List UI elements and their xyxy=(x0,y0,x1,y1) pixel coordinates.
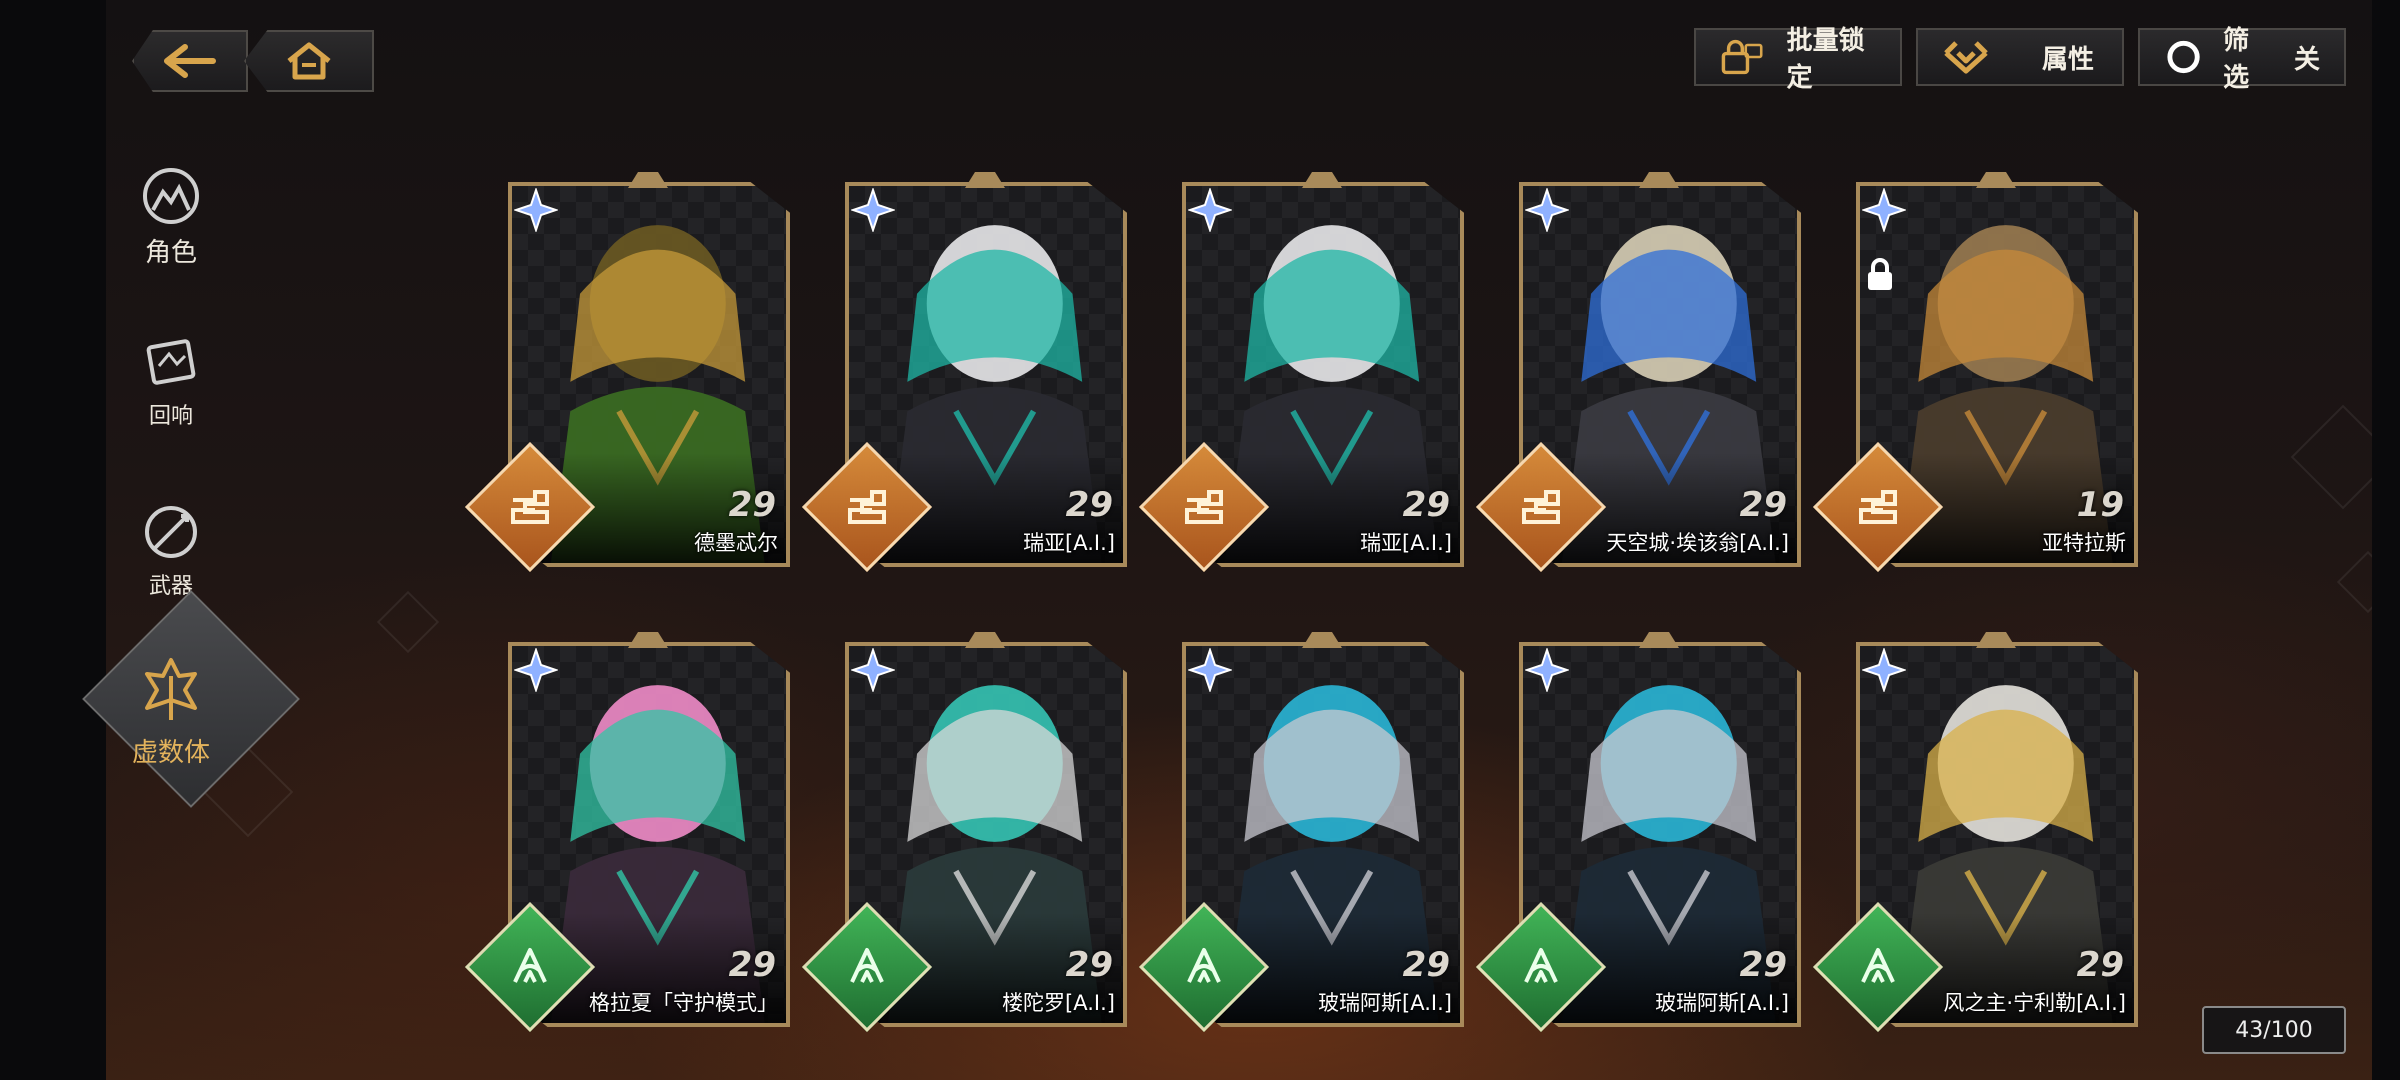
batch-lock-label: 批量锁定 xyxy=(1786,26,1865,93)
batch-lock-button[interactable]: 批量锁定 xyxy=(1694,26,1902,93)
imaginary-icon xyxy=(145,658,197,720)
imaginary-card[interactable]: 29 玻瑞阿斯[A.I.] xyxy=(1138,632,1464,1033)
imaginary-card[interactable]: 29 格拉夏「守护模式」 xyxy=(464,632,790,1033)
imaginary-card[interactable]: 29 玻瑞阿斯[A.I.] xyxy=(1475,632,1801,1033)
imaginary-card[interactable]: 29 天空城·埃该翁[A.I.] xyxy=(1475,172,1801,573)
card-level: 29 xyxy=(1739,945,1787,985)
sidebar-item-imaginary[interactable]: 虚数体 xyxy=(106,656,236,769)
card-level: 29 xyxy=(1739,485,1787,525)
echo-icon xyxy=(146,339,196,385)
rarity-star-icon xyxy=(851,648,895,692)
rarity-star-icon xyxy=(1862,188,1906,232)
imaginary-card[interactable]: 29 风之主·宁利勒[A.I.] xyxy=(1812,632,2138,1033)
card-level: 29 xyxy=(1065,945,1113,985)
filter-label: 筛选 xyxy=(2223,26,2250,93)
decor-diamond xyxy=(2290,404,2372,510)
sidebar-item-character[interactable]: 角色 xyxy=(106,166,236,269)
weapon-icon xyxy=(145,506,197,558)
card-name: 玻瑞阿斯[A.I.] xyxy=(1318,991,1452,1015)
lock-icon xyxy=(1721,39,1763,75)
imaginary-card[interactable]: 19 亚特拉斯 xyxy=(1812,172,2138,573)
card-name: 瑞亚[A.I.] xyxy=(1360,531,1452,555)
left-letterbox xyxy=(0,0,106,1080)
rarity-star-icon xyxy=(1862,648,1906,692)
inventory-counter: 43/100 xyxy=(2202,1006,2346,1054)
character-icon xyxy=(143,168,199,224)
card-name: 亚特拉斯 xyxy=(2042,531,2126,555)
decor-diamond xyxy=(2336,550,2372,614)
sidebar-item-echo[interactable]: 回响 xyxy=(106,336,236,430)
right-letterbox xyxy=(2372,0,2400,1080)
sidebar-item-weapon[interactable]: 武器 xyxy=(106,502,236,600)
card-name: 风之主·宁利勒[A.I.] xyxy=(1943,991,2126,1015)
rarity-star-icon xyxy=(514,188,558,232)
sidebar-item-label: 虚数体 xyxy=(131,738,210,768)
rarity-star-icon xyxy=(1525,188,1569,232)
imaginary-card[interactable]: 29 瑞亚[A.I.] xyxy=(1138,172,1464,573)
card-name: 格拉夏「守护模式」 xyxy=(589,991,778,1015)
decor-diamond xyxy=(376,590,440,654)
card-name: 天空城·埃该翁[A.I.] xyxy=(1606,531,1789,555)
rarity-star-icon xyxy=(1188,648,1232,692)
back-arrow-icon xyxy=(164,44,216,78)
card-level: 29 xyxy=(728,945,776,985)
card-level: 29 xyxy=(2076,945,2124,985)
card-name: 玻瑞阿斯[A.I.] xyxy=(1655,991,1789,1015)
attribute-icon xyxy=(1944,41,1988,74)
card-level: 29 xyxy=(1402,945,1450,985)
card-level: 29 xyxy=(728,485,776,525)
attribute-label: 属性 xyxy=(2042,44,2095,75)
home-icon xyxy=(287,42,331,80)
card-level: 29 xyxy=(1065,485,1113,525)
filter-toggle-button[interactable]: 筛选 关 xyxy=(2138,26,2346,93)
sidebar-item-label: 回响 xyxy=(148,404,193,429)
rarity-star-icon xyxy=(851,188,895,232)
card-name: 德墨忒尔 xyxy=(694,531,778,555)
imaginary-card[interactable]: 29 瑞亚[A.I.] xyxy=(801,172,1127,573)
rarity-star-icon xyxy=(514,648,558,692)
sidebar-item-label: 角色 xyxy=(144,238,197,268)
rarity-star-icon xyxy=(1525,648,1569,692)
rarity-star-icon xyxy=(1188,188,1232,232)
lock-icon xyxy=(1868,258,1892,290)
filter-state: 关 xyxy=(2293,44,2320,75)
card-name: 楼陀罗[A.I.] xyxy=(1002,991,1115,1015)
imaginary-card[interactable]: 29 楼陀罗[A.I.] xyxy=(801,632,1127,1033)
card-level: 19 xyxy=(2076,485,2124,525)
filter-ring-icon xyxy=(2167,40,2200,74)
back-button[interactable] xyxy=(132,30,248,92)
imaginary-card[interactable]: 29 德墨忒尔 xyxy=(464,172,790,573)
card-level: 29 xyxy=(1402,485,1450,525)
attribute-button[interactable]: 属性 xyxy=(1916,28,2124,86)
card-name: 瑞亚[A.I.] xyxy=(1023,531,1115,555)
home-button[interactable] xyxy=(244,30,374,92)
